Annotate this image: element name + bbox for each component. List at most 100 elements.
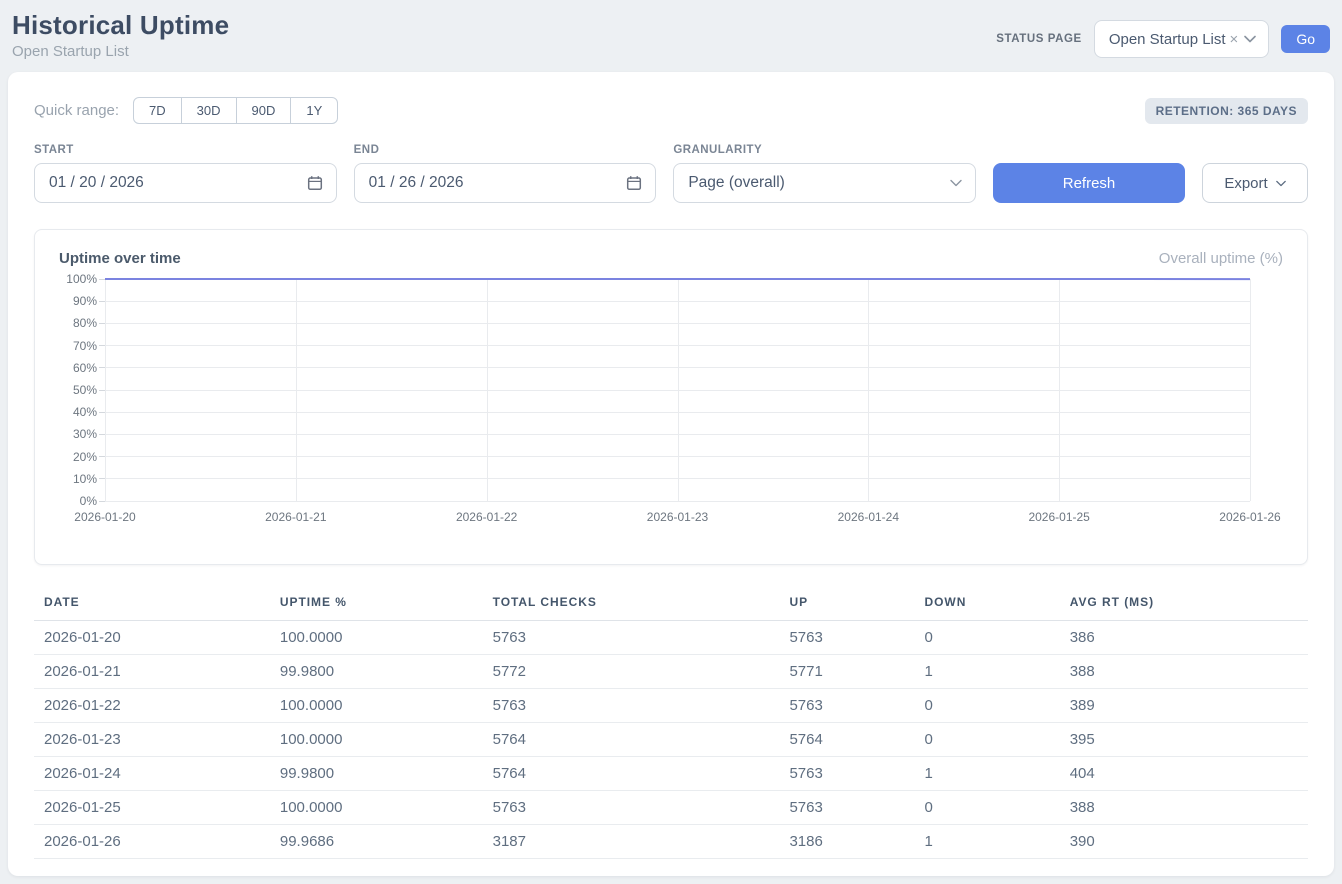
quick-range-90d[interactable]: 90D	[236, 97, 292, 124]
chart-y-axis: 100%90%80%70%60%50%40%30%20%10%0%	[59, 279, 105, 501]
granularity-field-group: GRANULARITY Page (overall)	[673, 144, 976, 203]
cell-uptime: 100.0000	[280, 689, 493, 723]
table-row: 2026-01-2199.9800577257711388	[34, 655, 1308, 689]
cell-date: 2026-01-25	[34, 791, 280, 825]
quick-range-row: Quick range: 7D30D90D1Y RETENTION: 365 D…	[34, 97, 1308, 124]
status-page-label: STATUS PAGE	[996, 33, 1082, 45]
cell-down: 1	[924, 655, 1069, 689]
retention-badge: RETENTION: 365 DAYS	[1145, 98, 1308, 124]
chevron-down-icon	[1276, 180, 1286, 187]
cell-total-checks: 5764	[493, 757, 790, 791]
page-subtitle: Open Startup List	[12, 43, 229, 60]
start-date-input[interactable]: 01 / 20 / 2026	[34, 163, 337, 203]
refresh-button[interactable]: Refresh	[993, 163, 1185, 203]
calendar-icon[interactable]	[307, 175, 323, 191]
granularity-select[interactable]: Page (overall)	[673, 163, 976, 203]
x-axis-tick: 2026-01-23	[647, 510, 708, 524]
y-axis-tick: 0%	[80, 494, 97, 508]
cell-uptime: 100.0000	[280, 723, 493, 757]
chevron-down-icon	[1244, 35, 1256, 43]
cell-down: 0	[924, 791, 1069, 825]
cell-up: 3186	[789, 825, 924, 859]
table-row: 2026-01-20100.0000576357630386	[34, 621, 1308, 655]
cell-down: 0	[924, 621, 1069, 655]
x-axis-tick: 2026-01-21	[265, 510, 326, 524]
page-title: Historical Uptime	[12, 10, 229, 41]
column-header-avg-rt-ms: AVG RT (MS)	[1070, 589, 1308, 621]
calendar-icon[interactable]	[626, 175, 642, 191]
end-date-input[interactable]: 01 / 26 / 2026	[354, 163, 657, 203]
cell-date: 2026-01-26	[34, 825, 280, 859]
table-row: 2026-01-2699.9686318731861390	[34, 825, 1308, 859]
start-label: START	[34, 144, 337, 156]
go-button[interactable]: Go	[1281, 25, 1330, 53]
cell-uptime: 99.9800	[280, 655, 493, 689]
cell-avg-rt-ms: 390	[1070, 825, 1308, 859]
chart-plot	[105, 279, 1250, 501]
clear-icon[interactable]: ×	[1230, 31, 1239, 48]
uptime-line-series	[105, 279, 1250, 501]
end-label: END	[354, 144, 657, 156]
column-header-total-checks: TOTAL CHECKS	[493, 589, 790, 621]
x-axis-tick: 2026-01-24	[838, 510, 899, 524]
y-axis-tick: 70%	[73, 339, 97, 353]
status-page-value: Open Startup List	[1109, 31, 1226, 48]
x-axis-tick: 2026-01-25	[1028, 510, 1089, 524]
quick-range-30d[interactable]: 30D	[181, 97, 237, 124]
y-axis-tick: 100%	[66, 272, 97, 286]
cell-date: 2026-01-23	[34, 723, 280, 757]
quick-range-label: Quick range:	[34, 102, 119, 119]
uptime-table-body: 2026-01-20100.00005763576303862026-01-21…	[34, 621, 1308, 859]
cell-uptime: 99.9686	[280, 825, 493, 859]
granularity-label: GRANULARITY	[673, 144, 976, 156]
export-button[interactable]: Export	[1202, 163, 1308, 203]
cell-down: 1	[924, 825, 1069, 859]
cell-date: 2026-01-24	[34, 757, 280, 791]
uptime-chart-card: Uptime over time Overall uptime (%) 100%…	[34, 229, 1308, 565]
y-axis-tick: 80%	[73, 316, 97, 330]
chart-plot-wrap: 2026-01-202026-01-212026-01-222026-01-23…	[105, 279, 1250, 527]
cell-up: 5763	[789, 689, 924, 723]
cell-total-checks: 5763	[493, 621, 790, 655]
chart-x-axis: 2026-01-202026-01-212026-01-222026-01-23…	[105, 501, 1250, 527]
x-axis-tick: 2026-01-20	[74, 510, 135, 524]
top-header: Historical Uptime Open Startup List STAT…	[0, 0, 1342, 72]
cell-uptime: 100.0000	[280, 621, 493, 655]
chart-title: Uptime over time	[59, 250, 181, 267]
table-row: 2026-01-23100.0000576457640395	[34, 723, 1308, 757]
column-header-uptime: UPTIME %	[280, 589, 493, 621]
cell-down: 1	[924, 757, 1069, 791]
y-axis-tick: 40%	[73, 405, 97, 419]
quick-range-7d[interactable]: 7D	[133, 97, 182, 124]
column-header-up: UP	[789, 589, 924, 621]
cell-up: 5763	[789, 757, 924, 791]
x-axis-tick: 2026-01-26	[1219, 510, 1280, 524]
uptime-chart: 100%90%80%70%60%50%40%30%20%10%0% 2026-0…	[59, 279, 1250, 527]
table-row: 2026-01-22100.0000576357630389	[34, 689, 1308, 723]
header-controls: STATUS PAGE Open Startup List × Go	[996, 20, 1330, 58]
cell-total-checks: 5764	[493, 723, 790, 757]
start-field-group: START 01 / 20 / 2026	[34, 144, 337, 203]
y-axis-tick: 90%	[73, 294, 97, 308]
cell-up: 5771	[789, 655, 924, 689]
cell-avg-rt-ms: 404	[1070, 757, 1308, 791]
cell-date: 2026-01-20	[34, 621, 280, 655]
y-axis-tick: 10%	[73, 472, 97, 486]
end-date-value: 01 / 26 / 2026	[369, 174, 464, 192]
quick-range-1y[interactable]: 1Y	[290, 97, 338, 124]
cell-avg-rt-ms: 388	[1070, 655, 1308, 689]
status-page-select[interactable]: Open Startup List ×	[1094, 20, 1270, 58]
cell-avg-rt-ms: 395	[1070, 723, 1308, 757]
column-header-down: DOWN	[924, 589, 1069, 621]
uptime-table: DATEUPTIME %TOTAL CHECKSUPDOWNAVG RT (MS…	[34, 589, 1308, 859]
cell-down: 0	[924, 689, 1069, 723]
cell-avg-rt-ms: 386	[1070, 621, 1308, 655]
cell-total-checks: 5763	[493, 689, 790, 723]
filters-row: START 01 / 20 / 2026 END 01 / 26 / 2026 …	[34, 144, 1308, 203]
granularity-value: Page (overall)	[688, 174, 785, 192]
cell-total-checks: 5772	[493, 655, 790, 689]
y-axis-tick: 60%	[73, 361, 97, 375]
x-axis-tick: 2026-01-22	[456, 510, 517, 524]
cell-uptime: 100.0000	[280, 791, 493, 825]
chevron-down-icon	[950, 179, 962, 187]
